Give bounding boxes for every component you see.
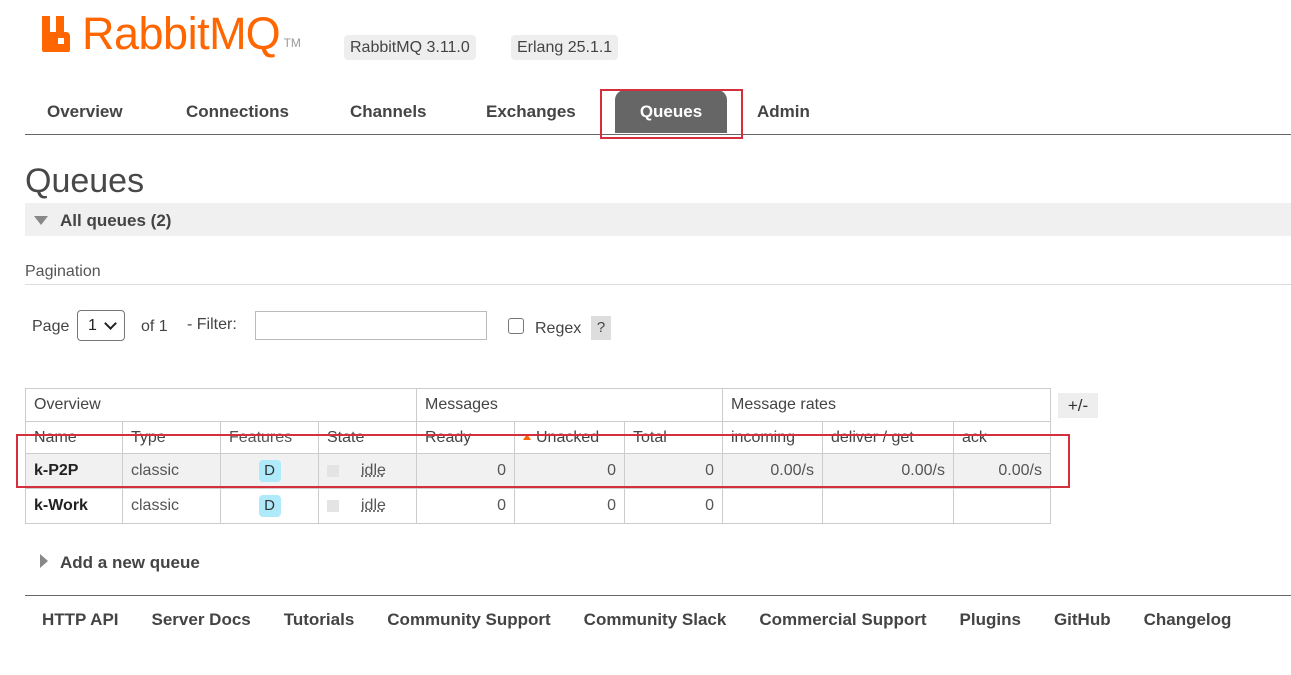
all-queues-label: All queues (2) [60, 211, 172, 230]
footer-link-tutorials[interactable]: Tutorials [284, 610, 355, 630]
group-header-message-rates: Message rates [722, 388, 1051, 422]
group-header-overview: Overview [25, 388, 417, 422]
regex-label: Regex [535, 320, 582, 337]
tab-exchanges[interactable]: Exchanges [486, 102, 576, 122]
footer-link-commercial-support[interactable]: Commercial Support [759, 610, 926, 630]
page-label: Page [32, 318, 70, 335]
group-header-messages: Messages [416, 388, 723, 422]
footer-link-community-slack[interactable]: Community Slack [584, 610, 727, 630]
rabbitmq-logo[interactable]: RabbitMQ TM [40, 10, 301, 58]
page-select-value: 1 [88, 317, 97, 334]
ack-rate [953, 488, 1051, 524]
filter-label: - Filter: [187, 316, 237, 333]
total-count: 0 [624, 488, 723, 524]
regex-checkbox[interactable] [508, 318, 524, 334]
deliver-get-rate [822, 488, 954, 524]
page-count-label: of 1 [141, 318, 168, 335]
expand-triangle-icon [40, 554, 48, 568]
footer-link-server-docs[interactable]: Server Docs [152, 610, 251, 630]
page-select[interactable]: 1 [77, 310, 125, 341]
ready-count: 0 [416, 488, 515, 524]
trademark-mark: TM [283, 36, 301, 50]
durable-feature-badge: D [258, 495, 281, 517]
tab-channels[interactable]: Channels [350, 102, 427, 122]
collapse-triangle-icon [34, 216, 48, 225]
incoming-rate [722, 488, 823, 524]
all-queues-section-toggle[interactable]: All queues (2) [25, 203, 1291, 236]
rabbitmq-version-badge: RabbitMQ 3.11.0 [344, 35, 476, 60]
queue-type: classic [122, 488, 221, 524]
state-indicator-icon [327, 499, 339, 512]
footer: HTTP API Server Docs Tutorials Community… [25, 595, 1291, 675]
pagination-divider [25, 284, 1291, 285]
column-toggle-button[interactable]: +/- [1058, 393, 1098, 418]
rabbit-logo-icon [40, 14, 78, 52]
tab-connections[interactable]: Connections [186, 102, 289, 122]
annotation-box-queues-tab [600, 89, 743, 139]
footer-link-github[interactable]: GitHub [1054, 610, 1111, 630]
footer-link-community-support[interactable]: Community Support [387, 610, 550, 630]
erlang-version-badge: Erlang 25.1.1 [511, 35, 619, 60]
queue-state: idle [361, 497, 386, 514]
page-title: Queues [25, 162, 145, 200]
footer-link-http-api[interactable]: HTTP API [42, 610, 119, 630]
regex-help-button[interactable]: ? [591, 316, 611, 340]
unacked-count: 0 [514, 488, 625, 524]
annotation-box-k-p2p-row [16, 434, 1070, 488]
tab-admin[interactable]: Admin [757, 102, 810, 122]
tab-overview[interactable]: Overview [47, 102, 123, 122]
filter-input[interactable] [255, 311, 487, 340]
table-row[interactable]: k-Work classic D idle 0 0 0 [25, 488, 1051, 524]
footer-link-plugins[interactable]: Plugins [960, 610, 1021, 630]
chevron-down-icon [104, 317, 117, 330]
pagination-heading: Pagination [25, 263, 101, 280]
queue-name-link[interactable]: k-Work [25, 488, 123, 524]
add-queue-label: Add a new queue [60, 553, 200, 572]
footer-link-changelog[interactable]: Changelog [1144, 610, 1232, 630]
logo-wordmark: RabbitMQ [82, 8, 281, 59]
